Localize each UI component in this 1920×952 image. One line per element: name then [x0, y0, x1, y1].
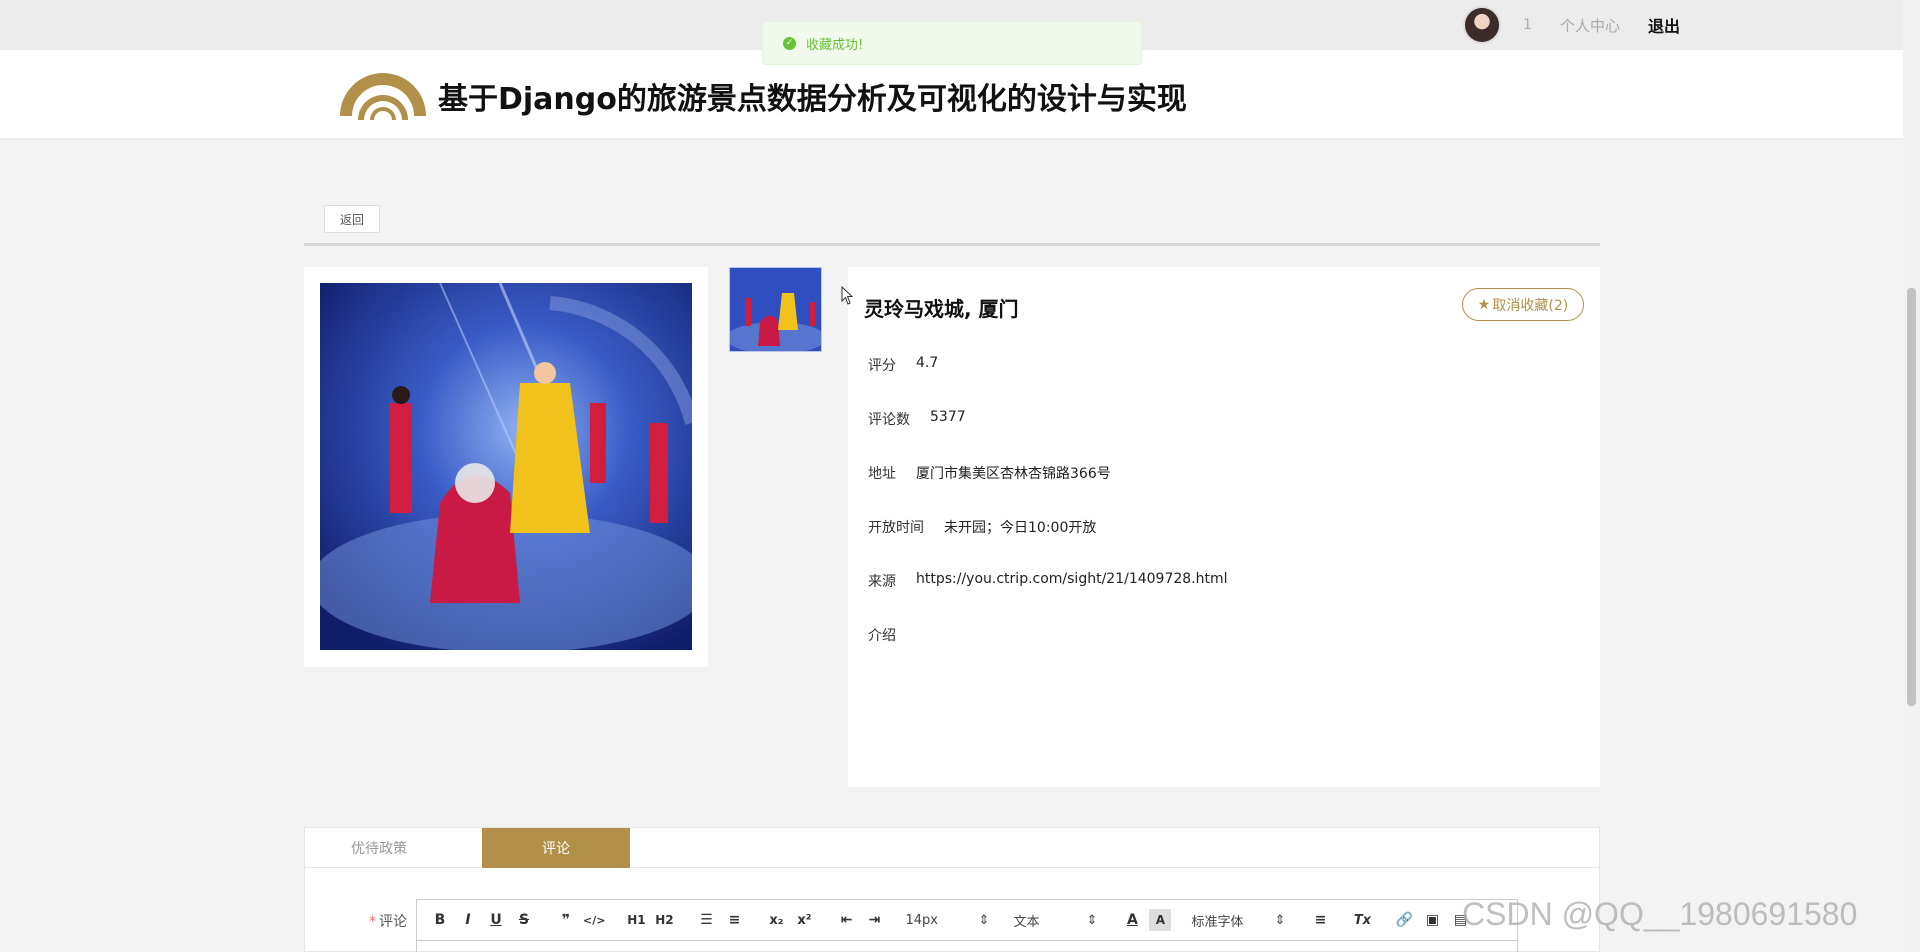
image-icon[interactable]: ▣ — [1421, 909, 1443, 931]
hours-value: 未开园；今日10:00开放 — [944, 520, 1097, 536]
select-arrows-icon: ⇕ — [1086, 912, 1098, 928]
tab-bar: 优待政策 评论 — [305, 828, 1599, 868]
unfavorite-label: 取消收藏(2) — [1492, 297, 1569, 314]
select-arrows-icon: ⇕ — [1274, 912, 1286, 928]
reviews-label: 评论数 — [868, 412, 910, 428]
mouse-cursor-icon — [841, 286, 854, 305]
reviews-value: 5377 — [930, 409, 966, 425]
circus-photo — [320, 283, 692, 650]
rating-row: 评分 4.7 — [868, 355, 938, 375]
source-label: 来源 — [868, 574, 896, 590]
strike-button[interactable]: S — [513, 909, 535, 931]
header-type-select[interactable]: 文本 ⇕ — [1013, 911, 1097, 930]
header-type-value: 文本 — [1013, 914, 1040, 930]
user-count: 1 — [1523, 17, 1532, 33]
tabs-panel: 优待政策 评论 * 评论 B I U S ❞ </> H1 H2 ☰ ≡ x₂ x… — [304, 827, 1600, 952]
font-family-select[interactable]: 标准字体 ⇕ — [1191, 911, 1285, 930]
check-circle-icon: ✓ — [783, 36, 796, 50]
font-size-select[interactable]: 14px ⇕ — [905, 913, 989, 928]
thumbnail-image[interactable] — [729, 267, 822, 352]
page-scrollbar[interactable] — [1903, 0, 1920, 952]
font-size-value: 14px — [905, 912, 938, 928]
rating-label: 评分 — [868, 358, 896, 374]
watermark: CSDN @QQ__1980691580 — [1462, 896, 1858, 932]
source-link[interactable]: https://you.ctrip.com/sight/21/1409728.h… — [916, 571, 1228, 591]
intro-row: 介绍 — [868, 625, 896, 645]
bold-button[interactable]: B — [429, 909, 451, 931]
scrollbar-thumb[interactable] — [1907, 288, 1916, 706]
address-row: 地址 厦门市集美区杏林杏锦路366号 — [868, 463, 1111, 483]
indent-icon[interactable]: ⇥ — [863, 909, 885, 931]
logout-link[interactable]: 退出 — [1648, 13, 1680, 37]
underline-button[interactable]: U — [485, 909, 507, 931]
tab-comments[interactable]: 评论 — [482, 828, 630, 868]
h2-button[interactable]: H2 — [653, 909, 675, 931]
h1-button[interactable]: H1 — [625, 909, 647, 931]
source-row: 来源 https://you.ctrip.com/sight/21/140972… — [868, 571, 1228, 591]
align-icon[interactable]: ≡ — [1309, 909, 1331, 931]
spot-name: 灵玲马戏城, 厦门 — [864, 297, 1019, 321]
comment-label-text: 评论 — [379, 914, 407, 930]
background-color-icon[interactable]: A — [1149, 909, 1172, 931]
user-area: 1 个人中心 退出 — [1463, 6, 1680, 44]
rating-value: 4.7 — [916, 355, 939, 371]
font-color-icon[interactable]: A — [1121, 909, 1143, 931]
spot-info-panel: 灵玲马戏城, 厦门 ★ 取消收藏(2) 评分 4.7 评论数 5377 地址 厦… — [848, 267, 1600, 787]
divider — [304, 243, 1600, 246]
toast-message: 收藏成功! — [806, 37, 864, 53]
intro-label: 介绍 — [868, 628, 896, 644]
ordered-list-icon[interactable]: ☰ — [695, 909, 717, 931]
font-family-value: 标准字体 — [1191, 914, 1244, 930]
clean-format-button[interactable]: Tx — [1351, 909, 1373, 931]
back-button[interactable]: 返回 — [324, 205, 380, 233]
main-image-card — [304, 267, 708, 667]
reviews-row: 评论数 5377 — [868, 409, 966, 429]
editor-toolbar: B I U S ❞ </> H1 H2 ☰ ≡ x₂ x² ⇤ ⇥ 14px ⇕… — [416, 899, 1518, 941]
address-label: 地址 — [868, 466, 896, 482]
address-value: 厦门市集美区杏林杏锦路366号 — [916, 466, 1111, 482]
quote-button[interactable]: ❞ — [555, 909, 577, 931]
hours-row: 开放时间 未开园；今日10:00开放 — [868, 517, 1096, 537]
personal-center-link[interactable]: 个人中心 — [1560, 15, 1620, 36]
site-title: 基于Django的旅游景点数据分析及可视化的设计与实现 — [438, 82, 1187, 117]
star-icon: ★ — [1477, 296, 1491, 313]
hours-label: 开放时间 — [868, 520, 924, 536]
site-logo — [340, 73, 426, 120]
italic-button[interactable]: I — [457, 909, 479, 931]
thumbnail-photo — [730, 268, 821, 351]
code-button[interactable]: </> — [583, 909, 605, 931]
comment-editor[interactable] — [416, 941, 1518, 952]
success-toast: ✓ 收藏成功! — [762, 21, 1142, 65]
required-mark: * — [369, 914, 376, 930]
avatar[interactable] — [1463, 6, 1502, 44]
subscript-button[interactable]: x₂ — [765, 909, 787, 931]
comment-label: * 评论 — [369, 911, 407, 931]
link-icon[interactable]: 🔗 — [1393, 909, 1415, 931]
unfavorite-button[interactable]: ★ 取消收藏(2) — [1462, 288, 1584, 321]
select-arrows-icon: ⇕ — [978, 912, 990, 928]
superscript-button[interactable]: x² — [793, 909, 815, 931]
tab-policy[interactable]: 优待政策 — [305, 828, 453, 868]
outdent-icon[interactable]: ⇤ — [835, 909, 857, 931]
bullet-list-icon[interactable]: ≡ — [723, 909, 745, 931]
